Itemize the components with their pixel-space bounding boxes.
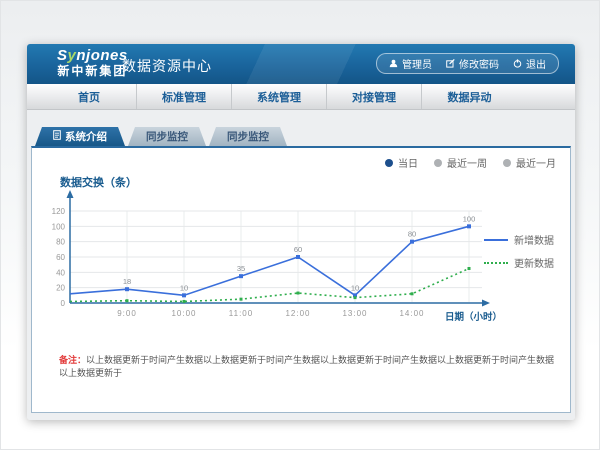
radio-today[interactable]: 当日 (385, 155, 418, 170)
nav-item-system-mgmt[interactable]: 系统管理 (232, 84, 327, 109)
power-icon (513, 59, 522, 68)
data-point (354, 296, 357, 299)
change-password-button[interactable]: 修改密码 (446, 56, 499, 71)
content-area: 系统介绍 同步监控 同步监控 当日 最近一周 (27, 110, 575, 420)
tab-bar: 系统介绍 同步监控 同步监控 (35, 127, 287, 146)
chart-panel: 当日 最近一周 最近一月 数据交换（条） 日期（小时） 020406080100… (31, 146, 571, 413)
company-logo: Synjones 新中新集团 (57, 48, 128, 79)
point-label: 10 (351, 283, 359, 292)
y-tick-label: 60 (56, 253, 65, 262)
footnote-label: 备注： (59, 355, 86, 365)
tab-label: 系统介绍 (65, 129, 107, 144)
y-axis-arrow-icon (67, 190, 74, 198)
x-tick-label: 11:00 (229, 309, 253, 318)
x-axis-arrow-icon (482, 300, 490, 307)
x-tick-label: 12:00 (285, 309, 310, 318)
logout-label: 退出 (526, 56, 546, 71)
radio-label: 当日 (398, 155, 418, 170)
data-point (297, 292, 300, 295)
document-icon (53, 130, 61, 143)
legend-label: 新增数据 (514, 232, 554, 247)
logo-secondary: 新中新集团 (57, 64, 128, 79)
x-tick-label: 14:00 (399, 309, 424, 318)
legend-line-solid-icon (484, 239, 508, 241)
page-background: Synjones 新中新集团 数据资源中心 管理员 修改密码 (0, 0, 600, 450)
radio-unselected-icon (434, 159, 442, 167)
y-tick-label: 20 (56, 284, 65, 293)
nav-item-data-change[interactable]: 数据异动 (422, 84, 517, 109)
point-label: 18 (123, 277, 131, 286)
y-tick-label: 0 (61, 299, 66, 308)
point-label: 80 (408, 230, 416, 239)
tab-label: 同步监控 (227, 129, 269, 144)
nav-item-interface-mgmt[interactable]: 对接管理 (327, 84, 422, 109)
edit-icon (446, 59, 455, 68)
data-point (182, 293, 186, 297)
y-tick-label: 100 (52, 222, 66, 231)
point-label: 100 (463, 214, 476, 223)
data-point (183, 300, 186, 303)
data-point (239, 274, 243, 278)
point-label: 10 (180, 283, 188, 292)
radio-selected-icon (385, 159, 393, 167)
x-tick-label: 13:00 (342, 309, 367, 318)
nav-item-home[interactable]: 首页 (42, 84, 137, 109)
legend-line-dotted-icon (484, 262, 508, 264)
radio-last-week[interactable]: 最近一周 (434, 155, 487, 170)
data-point (468, 267, 471, 270)
admin-user-button[interactable]: 管理员 (389, 56, 432, 71)
point-label: 35 (237, 264, 245, 273)
data-point (240, 298, 243, 301)
data-point (296, 255, 300, 259)
x-tick-label: 9:00 (117, 309, 137, 318)
app-header: Synjones 新中新集团 数据资源中心 管理员 修改密码 (27, 44, 575, 84)
y-tick-label: 80 (56, 238, 65, 247)
chart-x-axis-title: 日期（小时） (445, 311, 502, 323)
tab-system-intro[interactable]: 系统介绍 (35, 127, 125, 146)
chart-legend: 新增数据 更新数据 (484, 232, 554, 270)
y-tick-label: 40 (56, 268, 65, 277)
page-title: 数据资源中心 (122, 56, 212, 76)
radio-label: 最近一月 (516, 155, 556, 170)
radio-label: 最近一周 (447, 155, 487, 170)
footnote: 备注：以上数据更新于时间产生数据以上数据更新于时间产生数据以上数据更新于时间产生… (59, 354, 559, 380)
user-icon (389, 59, 398, 68)
app-window: Synjones 新中新集团 数据资源中心 管理员 修改密码 (27, 44, 575, 420)
data-point (126, 299, 129, 302)
footnote-text: 以上数据更新于时间产生数据以上数据更新于时间产生数据以上数据更新于时间产生数据以… (59, 355, 554, 378)
legend-new-data: 新增数据 (484, 232, 554, 247)
x-tick-label: 10:00 (171, 309, 196, 318)
admin-label: 管理员 (402, 56, 432, 71)
legend-updated-data: 更新数据 (484, 255, 554, 270)
nav-item-standard-mgmt[interactable]: 标准管理 (137, 84, 232, 109)
radio-last-month[interactable]: 最近一月 (503, 155, 556, 170)
legend-label: 更新数据 (514, 255, 554, 270)
data-point (467, 224, 471, 228)
y-tick-label: 120 (52, 207, 66, 216)
point-label: 60 (294, 245, 302, 254)
tab-label: 同步监控 (146, 129, 188, 144)
data-point (411, 292, 414, 295)
logo-primary: Synjones (57, 48, 128, 64)
logout-button[interactable]: 退出 (513, 56, 546, 71)
tab-sync-monitor-1[interactable]: 同步监控 (128, 127, 206, 146)
data-point (410, 240, 414, 244)
tab-sync-monitor-2[interactable]: 同步监控 (209, 127, 287, 146)
time-range-filter: 当日 最近一周 最近一月 (385, 155, 556, 170)
radio-unselected-icon (503, 159, 511, 167)
change-password-label: 修改密码 (459, 56, 499, 71)
main-nav: 首页 标准管理 系统管理 对接管理 数据异动 (27, 84, 575, 110)
data-point (125, 287, 129, 291)
user-toolbar: 管理员 修改密码 退出 (376, 53, 559, 74)
